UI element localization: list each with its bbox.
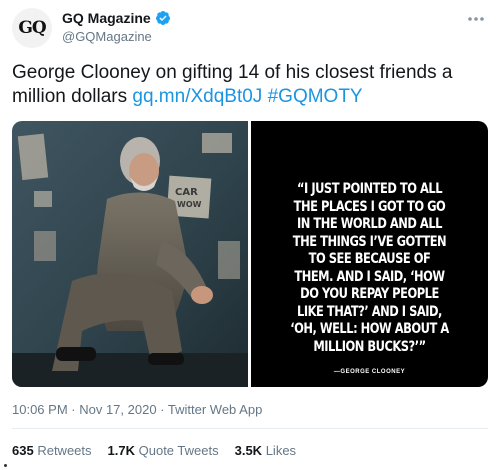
george-clooney-photo[interactable]: CAR WOW: [12, 121, 248, 387]
likes-count: 3.5K: [234, 443, 263, 458]
separator: ·: [67, 402, 80, 417]
svg-text:WOW: WOW: [177, 200, 202, 209]
likes-label: Likes: [265, 443, 297, 458]
quote-attribution: —GEORGE CLOONEY: [333, 369, 406, 375]
retweets-count: 635: [12, 443, 34, 458]
verified-badge-icon: [155, 11, 170, 25]
gq-logo: GQ: [18, 18, 46, 38]
tweet-link[interactable]: gq.mn/XdqBt0J: [132, 86, 262, 107]
quote-line: IN THE WORLD AND ALL: [297, 216, 442, 232]
quote-line: ‘OH, WELL: HOW ABOUT A: [290, 321, 449, 337]
quote-text: “I JUST POINTED TO ALL THE PLACES I GOT …: [287, 181, 452, 356]
author-handle[interactable]: @GQMagazine: [62, 29, 152, 44]
quote-line: “I JUST POINTED TO ALL: [296, 181, 443, 197]
quote-tweets-count: 1.7K: [107, 443, 135, 458]
separator: ·: [156, 402, 168, 417]
tweet-timestamp: 10:06 PM · Nov 17, 2020 · Twitter Web Ap…: [12, 402, 262, 417]
tweet-hashtag[interactable]: #GQMOTY: [268, 86, 363, 107]
quote-card[interactable]: “I JUST POINTED TO ALL THE PLACES I GOT …: [251, 121, 488, 387]
quote-line: LIKE THAT?’ AND I SAID,: [297, 303, 442, 320]
page-dot: [4, 464, 7, 467]
quote-line: THE PLACES I GOT TO GO: [293, 198, 446, 215]
quote-tweets-label: Quote Tweets: [138, 443, 219, 458]
quote-line: TO SEE BECAUSE OF: [308, 251, 431, 267]
tweet-stats: 635 Retweets 1.7K Quote Tweets 3.5K Like…: [12, 443, 296, 458]
author-name-row[interactable]: GQ Magazine: [62, 10, 171, 26]
media-grid: CAR WOW “I JUST POINTED TO ALL THE PLACE…: [12, 121, 488, 387]
retweets-label: Retweets: [37, 443, 92, 458]
tweet-source[interactable]: Twitter Web App: [168, 402, 262, 417]
retweets-stat[interactable]: 635 Retweets: [12, 443, 92, 458]
avatar[interactable]: GQ: [12, 8, 52, 48]
divider: [12, 428, 488, 429]
likes-stat[interactable]: 3.5K Likes: [235, 443, 296, 458]
quote-line: THE THINGS I’VE GOTTEN: [292, 233, 447, 250]
author-name[interactable]: GQ Magazine: [62, 10, 151, 26]
tweet-text: George Clooney on gifting 14 of his clos…: [12, 61, 488, 109]
more-horizontal-icon[interactable]: [466, 12, 486, 26]
quote-line: THEM. AND I SAID, ‘HOW: [294, 268, 445, 285]
quote-line: MILLION BUCKS?’”: [313, 338, 426, 355]
photo-illustration: CAR WOW: [12, 121, 248, 387]
tweet-date[interactable]: Nov 17, 2020: [79, 402, 156, 417]
quote-tweets-stat[interactable]: 1.7K Quote Tweets: [108, 443, 219, 458]
quote-line: DO YOU REPAY PEOPLE: [300, 286, 439, 302]
tweet-time[interactable]: 10:06 PM: [12, 402, 68, 417]
svg-text:CAR: CAR: [175, 187, 198, 198]
